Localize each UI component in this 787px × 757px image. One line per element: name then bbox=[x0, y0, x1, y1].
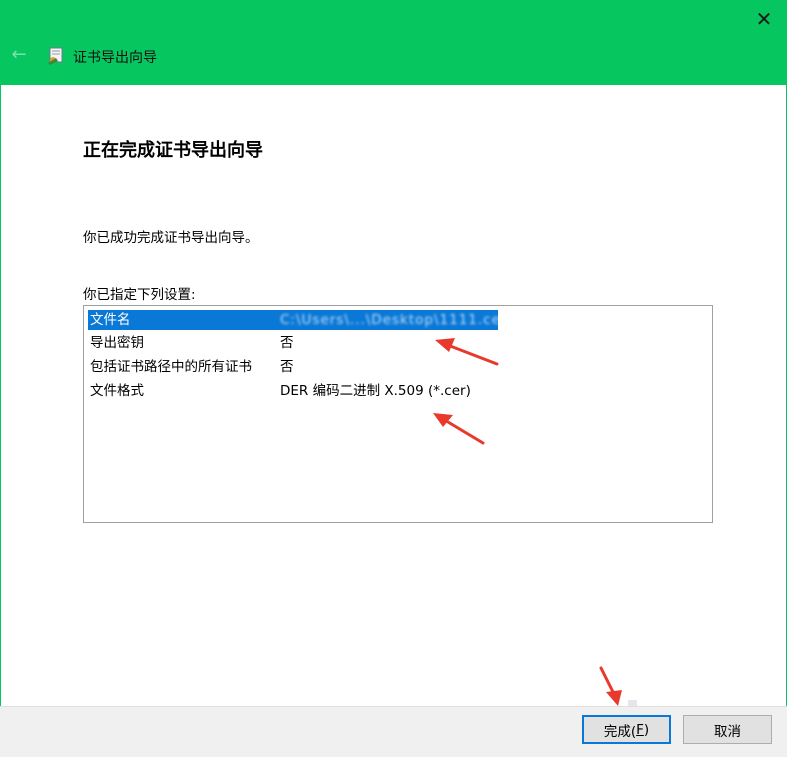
settings-row-file-name[interactable]: 文件名 C:\Users\...\Desktop\1111.cer bbox=[88, 310, 506, 330]
finish-button-label-close: ) bbox=[643, 721, 650, 738]
finish-button[interactable]: 完成(F) bbox=[582, 715, 671, 744]
window-title: 证书导出向导 bbox=[73, 50, 157, 66]
setting-key: 导出密钥 bbox=[90, 335, 144, 351]
setting-value-redacted: C:\Users\...\Desktop\1111.cer bbox=[280, 312, 508, 328]
annotation-arrow-format bbox=[433, 413, 485, 445]
artifact-speck bbox=[628, 700, 637, 706]
settings-list[interactable]: 文件名 C:\Users\...\Desktop\1111.cer 导出密钥 否… bbox=[83, 305, 713, 523]
finish-button-mnemonic: F bbox=[636, 721, 644, 738]
annotation-arrow-filename bbox=[435, 338, 499, 366]
settings-row-file-format[interactable]: 文件格式 DER 编码二进制 X.509 (*.cer) bbox=[88, 381, 498, 401]
back-arrow-icon: ← bbox=[11, 44, 27, 65]
setting-value: 否 bbox=[280, 359, 294, 375]
setting-key: 包括证书路径中的所有证书 bbox=[90, 359, 252, 375]
setting-key: 文件格式 bbox=[90, 383, 144, 399]
setting-key: 文件名 bbox=[90, 312, 131, 328]
annotation-arrow-finish bbox=[599, 666, 622, 706]
setting-value: 否 bbox=[280, 335, 294, 351]
page-heading: 正在完成证书导出向导 bbox=[83, 140, 263, 161]
title-bar: ✕ ← 证书导出向导 bbox=[0, 0, 787, 85]
close-icon: ✕ bbox=[755, 7, 773, 31]
finish-button-label-text: 完成( bbox=[603, 723, 637, 740]
settings-label: 你已指定下列设置: bbox=[83, 287, 196, 303]
cancel-button[interactable]: 取消 bbox=[683, 715, 772, 744]
success-message: 你已成功完成证书导出向导。 bbox=[83, 230, 259, 246]
back-button[interactable]: ← bbox=[6, 42, 32, 68]
setting-value: DER 编码二进制 X.509 (*.cer) bbox=[280, 383, 471, 399]
certificate-wizard-icon bbox=[48, 47, 63, 65]
close-button[interactable]: ✕ bbox=[741, 0, 787, 38]
